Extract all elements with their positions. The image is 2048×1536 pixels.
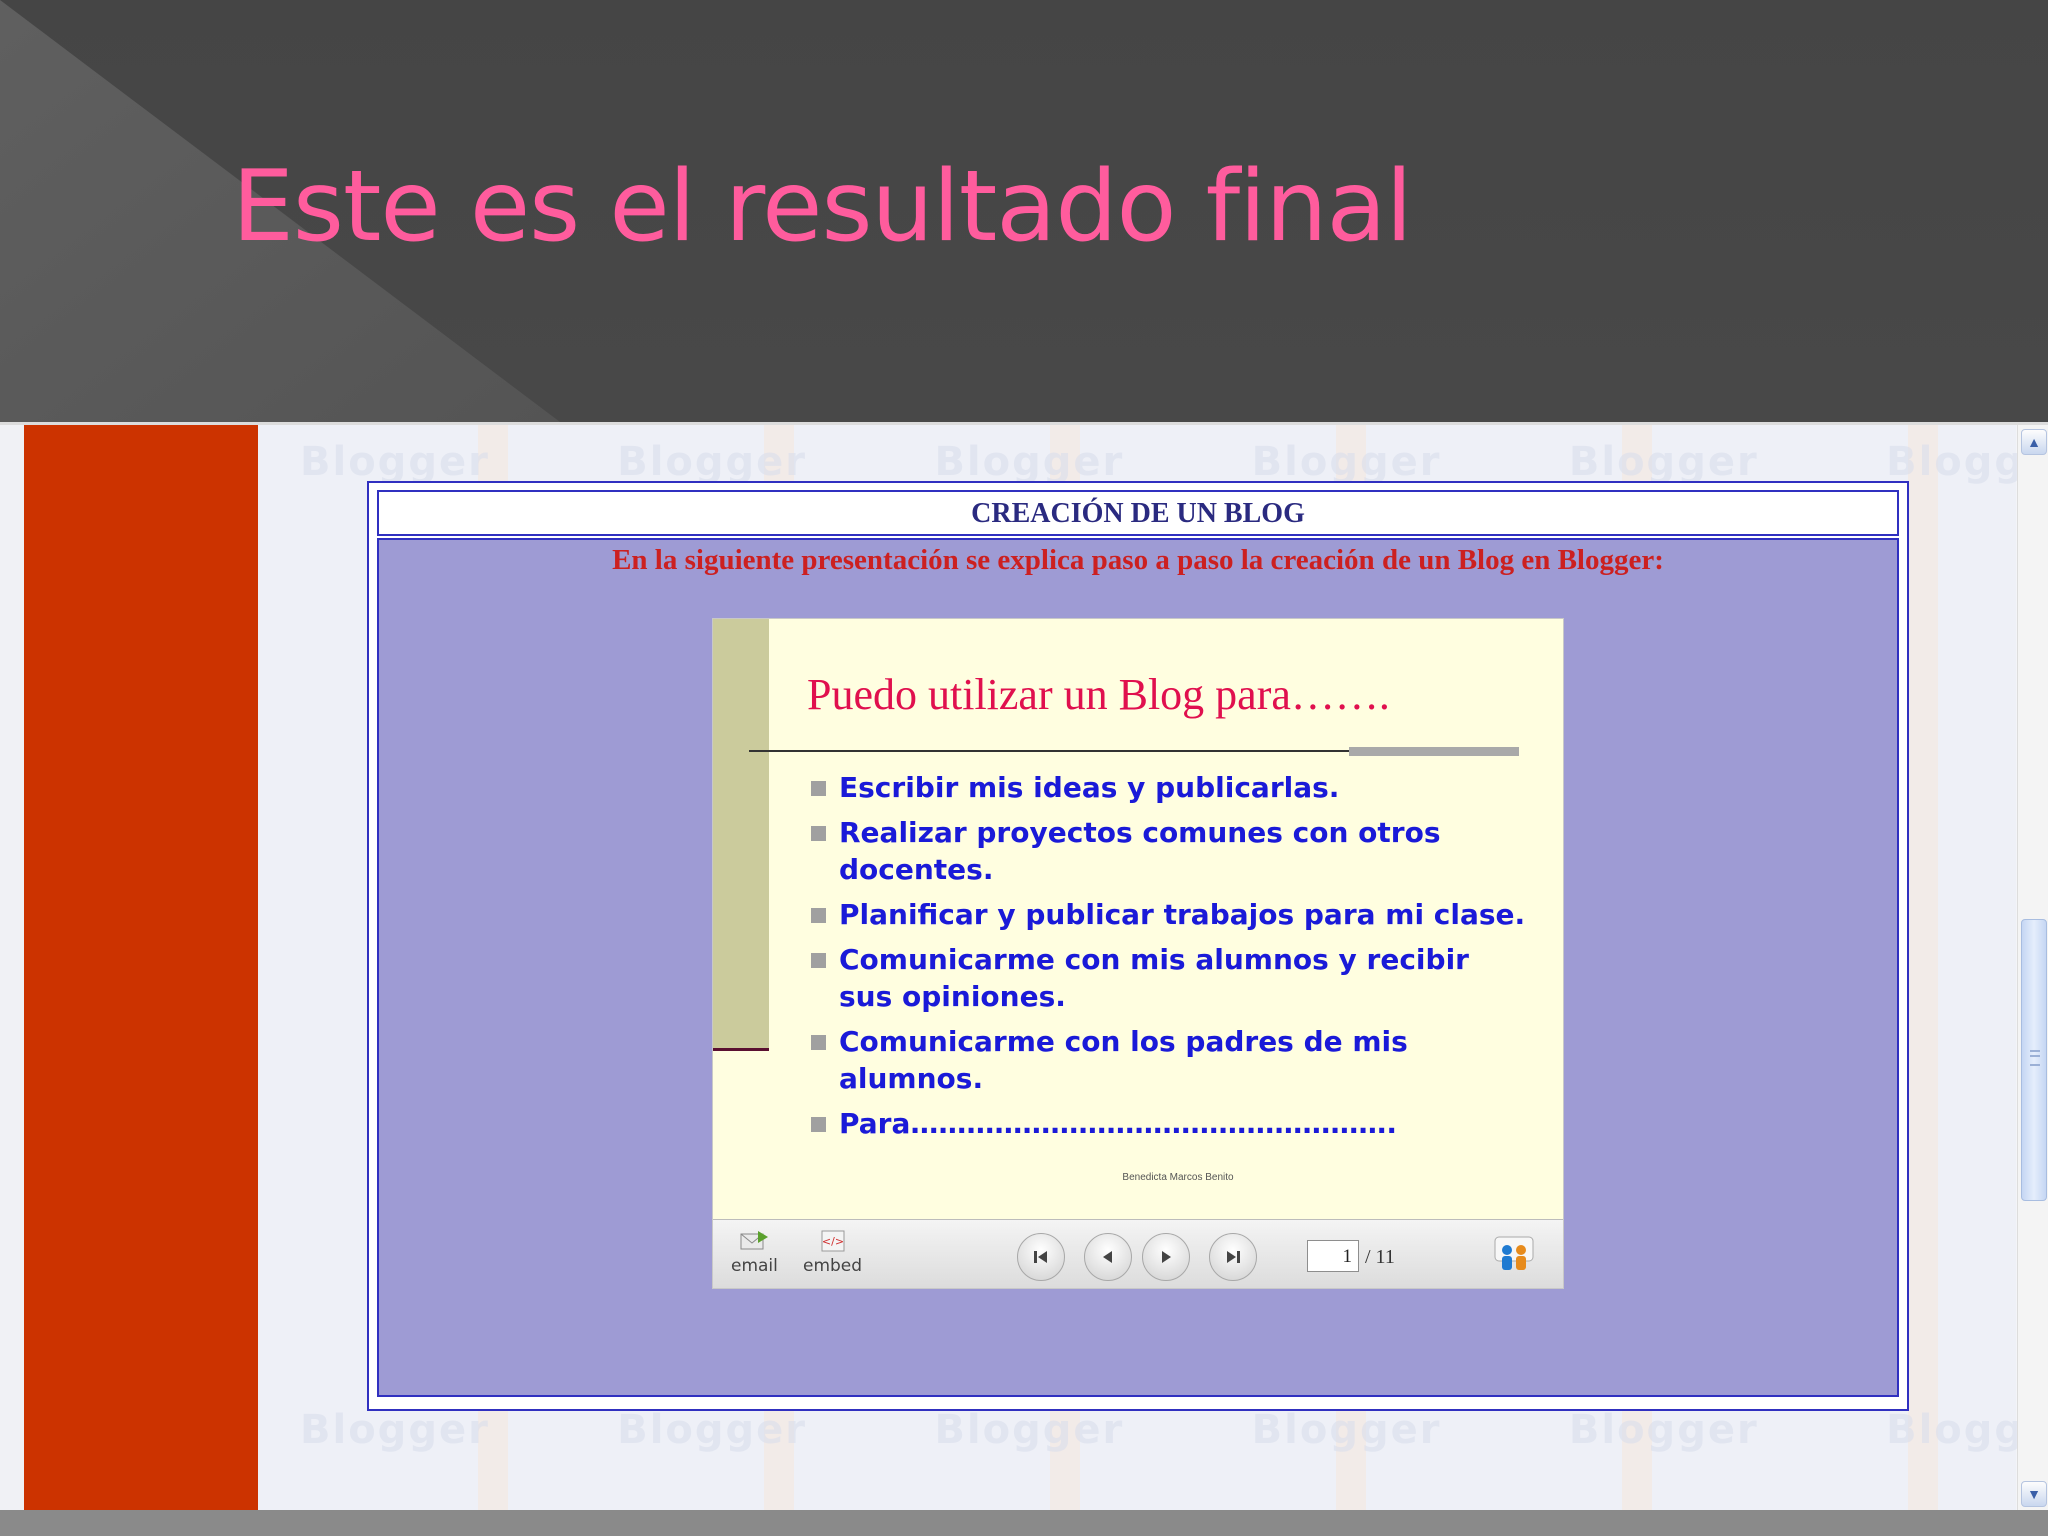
grip-icon [2030,1050,2040,1066]
embed-bullet-list: Escribir mis ideas y publicarlas. Realiz… [811,769,1531,1150]
bottom-band [0,1510,2048,1536]
vertical-scrollbar[interactable]: ▲ ▼ [2017,425,2048,1513]
embed-icon: </> [821,1230,845,1252]
browser-screenshot: Blogger Blogger Blogger Blogger Blogger … [0,422,2048,1513]
page-number-input[interactable]: 1 [1307,1240,1359,1272]
list-item: Realizar proyectos comunes con otros doc… [811,814,1531,888]
slideshare-logo-icon[interactable] [1493,1234,1535,1276]
email-icon [740,1231,769,1250]
bullet-square-icon [811,908,826,923]
first-slide-button[interactable] [1017,1233,1065,1281]
embed-slide-author: Benedicta Marcos Benito [1122,1172,1234,1183]
bullet-square-icon [811,1117,826,1132]
arrow-down-icon[interactable]: ▼ [2021,1481,2047,1507]
blog-post-body: En la siguiente presentación se explica … [377,538,1899,1397]
skip-back-icon [1034,1251,1047,1263]
list-item: Comunicarme con mis alumnos y recibir su… [811,941,1531,1015]
scrollbar-thumb[interactable] [2021,919,2047,1201]
blog-intro-text: En la siguiente presentación se explica … [612,544,1664,576]
watermark-row-bottom: Blogger Blogger Blogger Blogger Blogger … [300,1407,2048,1453]
email-button[interactable]: email [731,1228,778,1276]
slideshare-embed[interactable]: Puedo utilizar un Blog para……. Escribir … [712,618,1564,1289]
next-slide-button[interactable] [1142,1233,1190,1281]
bullet-square-icon [811,826,826,841]
embed-slide-rule-accent [1349,747,1519,756]
embed-slide-title: Puedo utilizar un Blog para……. [807,670,1390,719]
list-item: Comunicarme con los padres de mis alumno… [811,1023,1531,1097]
embed-slide-sidebar [713,619,769,1051]
list-item: Planificar y publicar trabajos para mi c… [811,896,1531,933]
embed-button[interactable]: </> embed [803,1228,862,1276]
bullet-square-icon [811,1035,826,1050]
play-back-icon [1103,1251,1112,1263]
page-total: / 11 [1365,1246,1395,1268]
play-icon [1162,1251,1171,1263]
blog-post-title[interactable]: CREACIÓN DE UN BLOG [377,490,1899,536]
list-item: Para……………………………………………. [811,1105,1531,1142]
bullet-square-icon [811,781,826,796]
slide-title: Este es el resultado final [232,150,1413,264]
arrow-up-icon[interactable]: ▲ [2021,429,2047,455]
window-left-edge [0,425,25,1513]
last-slide-button[interactable] [1209,1233,1257,1281]
blog-post-panel: CREACIÓN DE UN BLOG En la siguiente pres… [367,481,1909,1411]
previous-slide-button[interactable] [1084,1233,1132,1281]
player-toolbar: email </> embed 1 / 11 [713,1219,1563,1288]
watermark-row-top: Blogger Blogger Blogger Blogger Blogger … [300,439,2048,485]
list-item: Escribir mis ideas y publicarlas. [811,769,1531,806]
blog-sidebar-column [24,425,258,1513]
svg-text:</>: </> [821,1235,843,1248]
skip-forward-icon [1227,1251,1240,1263]
bullet-square-icon [811,953,826,968]
